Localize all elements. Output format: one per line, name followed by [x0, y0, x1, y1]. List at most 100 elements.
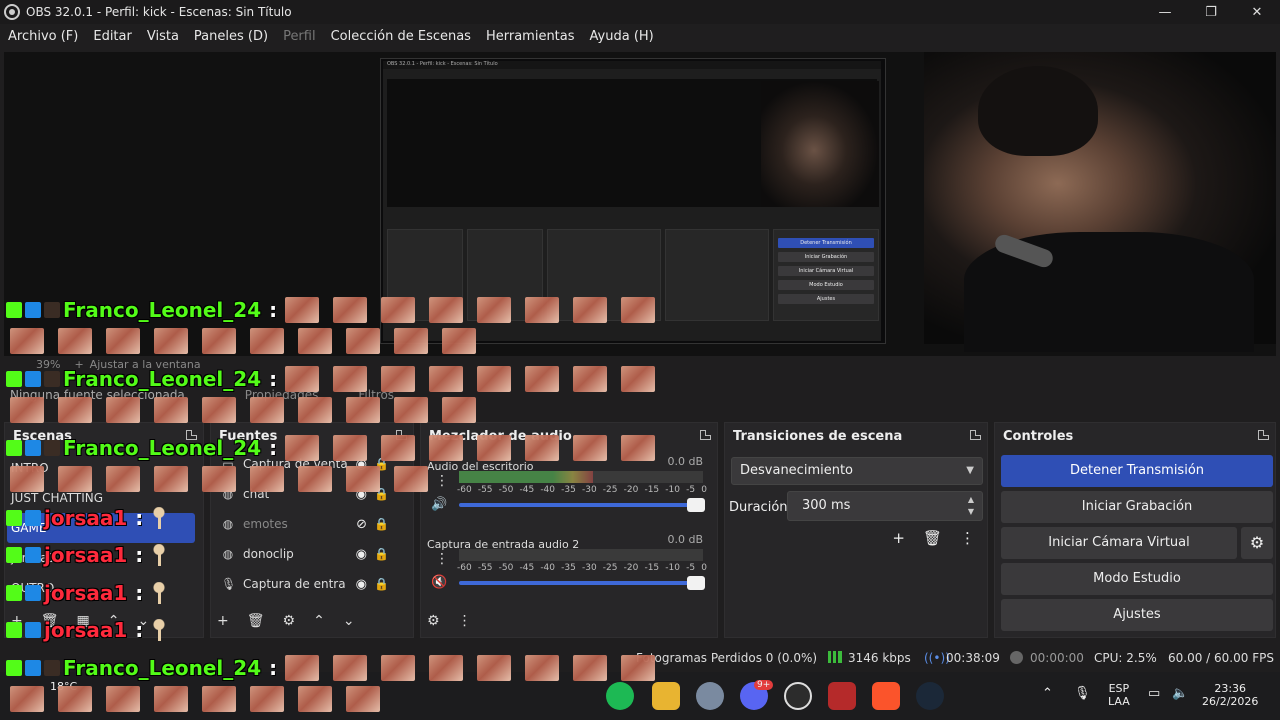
menu-editar[interactable]: Editar	[93, 29, 132, 44]
chevron-down-icon: ▼	[966, 465, 974, 476]
settings-button[interactable]: Ajustes	[1001, 599, 1273, 631]
source-settings-icon[interactable]: ⚙	[283, 613, 296, 629]
slider-handle[interactable]	[687, 498, 705, 512]
slider-handle[interactable]	[687, 576, 705, 590]
source-item[interactable]: ◍ donoclip ◉ 🔒	[211, 539, 413, 569]
undock-icon[interactable]	[700, 430, 711, 440]
menu-herramientas[interactable]: Herramientas	[486, 29, 575, 44]
file-explorer-icon[interactable]	[652, 682, 680, 710]
delete-transition-icon[interactable]: 🗑	[923, 529, 942, 547]
weather[interactable]: 18°C	[50, 680, 77, 693]
add-transition-icon[interactable]: +	[892, 529, 905, 547]
zoom-plus-icon[interactable]: +	[74, 358, 83, 371]
zoom-level[interactable]: 39%	[36, 358, 60, 371]
source-item[interactable]: ◍ emotes ⊘ 🔒	[211, 509, 413, 539]
channel-menu-icon[interactable]: ⋮	[435, 473, 449, 489]
scene-item-just-chatting[interactable]: JUST CHATTING	[7, 483, 195, 513]
close-icon[interactable]: ✕	[1234, 0, 1280, 24]
mic-icon[interactable]: 🎙	[1074, 686, 1091, 701]
controls-header: Controles	[995, 423, 1275, 449]
move-down-icon[interactable]: ⌄	[137, 613, 149, 629]
lock-icon[interactable]: 🔒	[374, 487, 389, 501]
menu-ayuda[interactable]: Ayuda (H)	[590, 29, 654, 44]
source-item[interactable]: ▭ Captura de venta ◉ 🔒	[211, 449, 413, 479]
lock-icon[interactable]: 🔒	[374, 457, 389, 471]
scene-item-game[interactable]: GAME	[7, 513, 195, 543]
delete-source-icon[interactable]: 🗑	[247, 613, 265, 629]
clock[interactable]: 23:36 26/2/2026	[1202, 682, 1258, 708]
steam-icon[interactable]	[916, 682, 944, 710]
gear-icon[interactable]: ⚙	[1241, 527, 1273, 559]
undock-icon[interactable]	[970, 430, 981, 440]
stop-stream-button[interactable]: Detener Transmisión	[1001, 455, 1273, 487]
signal-bars-icon	[828, 651, 842, 665]
settings-app-icon[interactable]	[696, 682, 724, 710]
voicemeeter-icon[interactable]	[828, 682, 856, 710]
network-icon[interactable]: ▭	[1148, 686, 1160, 701]
globe-icon: ◍	[222, 517, 234, 531]
preview-area[interactable]: OBS 32.0.1 - Perfil: kick - Escenas: Sin…	[4, 52, 1276, 356]
move-down-icon[interactable]: ⌄	[343, 613, 355, 629]
scenes-toolbar: + 🗑 ▦ ⌃ ⌄	[11, 609, 149, 633]
menu-archivo[interactable]: Archivo (F)	[8, 29, 78, 44]
source-item[interactable]: ◍ chat ◉ 🔒	[211, 479, 413, 509]
undock-icon[interactable]	[186, 430, 197, 440]
studio-mode-button[interactable]: Modo Estudio	[1001, 563, 1273, 595]
undock-icon[interactable]	[396, 430, 407, 440]
keyboard-lang[interactable]: ESP LAA	[1108, 682, 1130, 708]
channel-menu-icon[interactable]: ⋮	[435, 551, 449, 567]
speaker-muted-icon[interactable]: 🔇	[431, 575, 447, 590]
duration-spinbox[interactable]: 300 ms ▲ ▼	[787, 491, 983, 521]
source-item[interactable]: 🎙 Captura de entra ◉ 🔒	[211, 569, 413, 599]
delete-scene-icon[interactable]: 🗑	[41, 613, 59, 629]
fit-window-select[interactable]: Ajustar a la ventana	[90, 358, 201, 371]
filter-scene-icon[interactable]: ▦	[77, 613, 90, 629]
eye-icon[interactable]: ◉	[356, 457, 367, 472]
lock-icon[interactable]: 🔒	[374, 577, 389, 591]
scene-item-outro[interactable]: OUTRO	[7, 573, 195, 603]
volume-icon[interactable]: 🔈	[1172, 686, 1188, 701]
move-up-icon[interactable]: ⌃	[313, 613, 325, 629]
filters-button[interactable]: Filtros	[358, 388, 394, 402]
volume-slider[interactable]	[459, 498, 705, 512]
volume-slider[interactable]	[459, 576, 705, 590]
scene-item-jorsaa1[interactable]: jorsaa1	[7, 543, 195, 573]
maximize-icon[interactable]: ❐	[1188, 0, 1234, 24]
add-scene-icon[interactable]: +	[11, 613, 23, 629]
audio-channel: Captura de entrada audio 2 0.0 dB ⋮ -60-…	[427, 533, 707, 590]
transitions-title: Transiciones de escena	[733, 428, 903, 444]
virtual-camera-button[interactable]: Iniciar Cámara Virtual	[1001, 527, 1237, 559]
start-recording-button[interactable]: Iniciar Grabación	[1001, 491, 1273, 523]
transition-select[interactable]: Desvanecimiento ▼	[731, 457, 983, 485]
menu-perfil[interactable]: Perfil	[283, 29, 316, 44]
mixer-menu-icon[interactable]: ⋮	[458, 613, 472, 629]
eye-icon[interactable]: ◉	[356, 547, 367, 562]
undock-icon[interactable]	[1258, 430, 1269, 440]
sources-title: Fuentes	[219, 428, 278, 444]
brave-icon[interactable]	[872, 682, 900, 710]
mixer-settings-icon[interactable]: ⚙	[427, 613, 440, 629]
nested-sources-panel	[467, 229, 543, 321]
menu-paneles[interactable]: Paneles (D)	[194, 29, 268, 44]
speaker-icon[interactable]: 🔊	[431, 497, 447, 512]
eye-hidden-icon[interactable]: ⊘	[356, 517, 367, 532]
transition-menu-icon[interactable]: ⋮	[960, 529, 975, 547]
menu-vista[interactable]: Vista	[147, 29, 179, 44]
chevron-up-icon[interactable]: ⌃	[1042, 686, 1053, 701]
lock-icon[interactable]: 🔒	[374, 547, 389, 561]
scene-list: INTRO JUST CHATTING GAME jorsaa1 OUTRO	[7, 453, 195, 603]
spotify-icon[interactable]	[606, 682, 634, 710]
add-source-icon[interactable]: +	[217, 613, 229, 629]
nested-menu	[383, 69, 881, 76]
scene-item-intro[interactable]: INTRO	[7, 453, 195, 483]
move-up-icon[interactable]: ⌃	[108, 613, 120, 629]
eye-icon[interactable]: ◉	[356, 577, 367, 592]
eye-icon[interactable]: ◉	[356, 487, 367, 502]
lock-icon[interactable]: 🔒	[374, 517, 389, 531]
obs-taskbar-icon[interactable]	[784, 682, 812, 710]
time: 23:36	[1214, 682, 1247, 695]
menu-coleccion[interactable]: Colección de Escenas	[331, 29, 471, 44]
minimize-icon[interactable]: —	[1142, 0, 1188, 24]
spin-arrows-icon[interactable]: ▲ ▼	[968, 494, 974, 518]
properties-button[interactable]: Propiedades	[245, 388, 319, 402]
